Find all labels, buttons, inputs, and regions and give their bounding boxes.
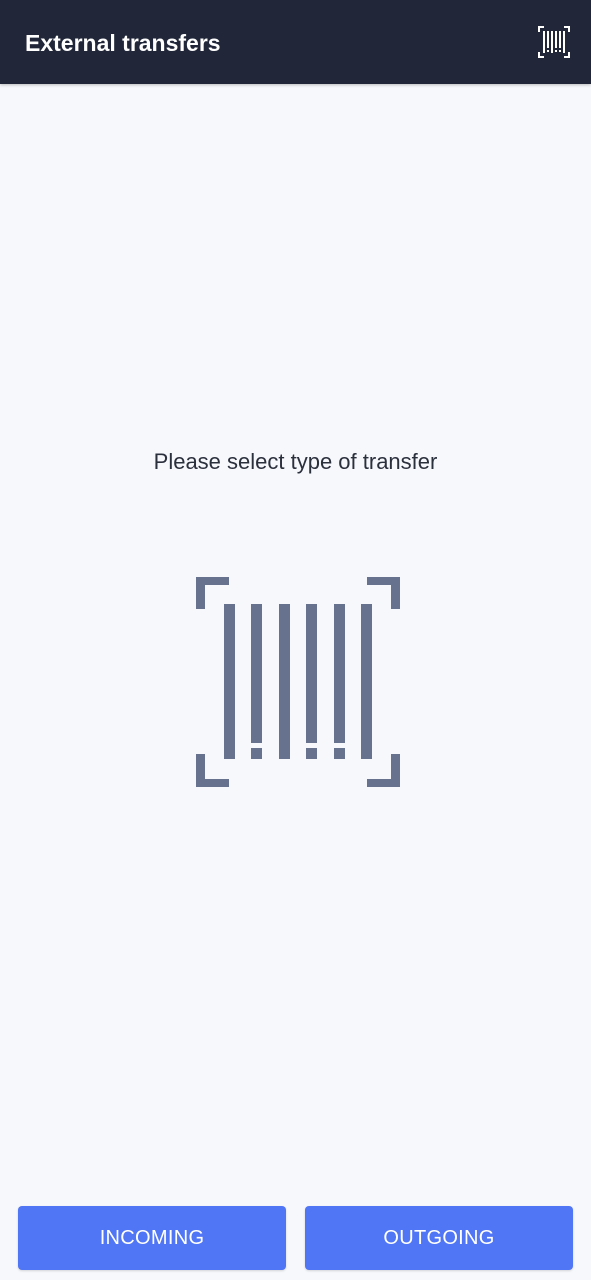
outgoing-button[interactable]: OUTGOING [305,1206,573,1270]
incoming-button[interactable]: INCOMING [18,1206,286,1270]
barcode-scan-icon [538,26,570,58]
page-title: External transfers [25,30,221,56]
app-bar: External transfers [0,0,591,84]
barcode-scan-illustration-icon [196,577,400,787]
transfer-type-prompt: Please select type of transfer [153,449,438,474]
scan-barcode-button[interactable] [532,20,576,64]
